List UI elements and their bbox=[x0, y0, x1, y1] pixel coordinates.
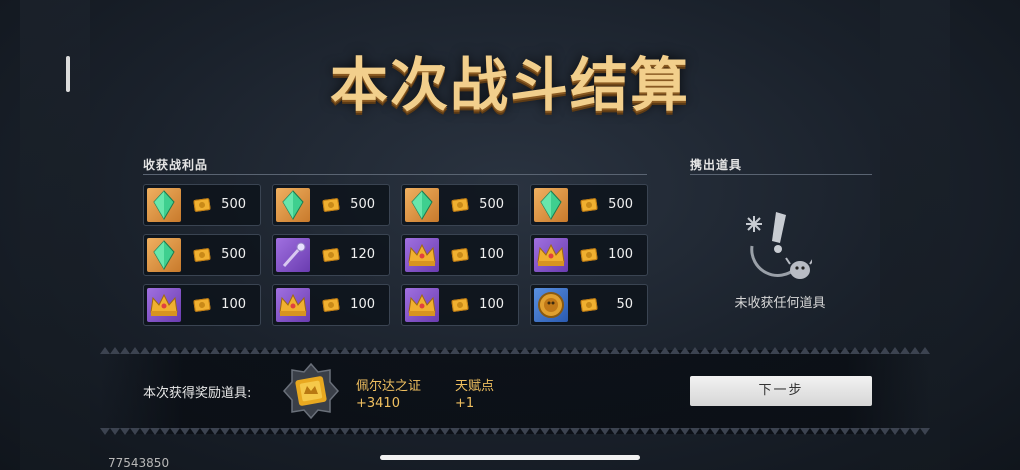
loot-slot[interactable]: 100 bbox=[143, 284, 261, 326]
item-count: 500 bbox=[479, 197, 504, 212]
home-indicator[interactable] bbox=[380, 455, 640, 460]
reward-name: 天赋点 bbox=[455, 379, 495, 394]
item-count: 100 bbox=[608, 247, 633, 262]
loot-slot[interactable]: 50 bbox=[530, 284, 648, 326]
ticket-icon bbox=[193, 297, 211, 313]
loot-slot[interactable]: 500 bbox=[143, 234, 261, 276]
ticket-icon bbox=[580, 247, 598, 263]
green-crystal-icon bbox=[147, 238, 181, 272]
no-item-text: 未收获任何道具 bbox=[734, 296, 826, 311]
crown-icon bbox=[534, 238, 568, 272]
ticket-icon bbox=[322, 197, 340, 213]
reward-label: 本次获得奖励道具: bbox=[143, 386, 252, 401]
ticket-icon bbox=[322, 297, 340, 313]
loot-slot[interactable]: 500 bbox=[143, 184, 261, 226]
loot-slot[interactable]: 100 bbox=[530, 234, 648, 276]
loot-section-label: 收获战利品 bbox=[143, 158, 209, 172]
ticket-icon bbox=[580, 297, 598, 313]
reward-name: 佩尔达之证 bbox=[356, 379, 422, 394]
dropped-section-label: 携出道具 bbox=[690, 158, 743, 172]
item-count: 500 bbox=[608, 197, 633, 212]
green-crystal-icon bbox=[534, 188, 568, 222]
loot-section-divider bbox=[143, 174, 647, 175]
loot-slot[interactable]: 100 bbox=[272, 284, 390, 326]
band-bottom-edge bbox=[100, 428, 930, 435]
crown-icon bbox=[147, 288, 181, 322]
loot-slot[interactable]: 100 bbox=[401, 284, 519, 326]
dropped-section-divider bbox=[690, 174, 872, 175]
ticket-icon bbox=[193, 197, 211, 213]
item-count: 100 bbox=[350, 297, 375, 312]
page-title: 本次战斗结算 bbox=[329, 51, 690, 119]
item-count: 120 bbox=[350, 247, 375, 262]
ticket-icon bbox=[193, 247, 211, 263]
loot-slot[interactable]: 100 bbox=[401, 234, 519, 276]
background-pillar bbox=[20, 0, 90, 470]
side-handle[interactable] bbox=[66, 56, 70, 92]
item-count: 500 bbox=[221, 247, 246, 262]
gold-coin-icon bbox=[534, 288, 568, 322]
item-count: 500 bbox=[350, 197, 375, 212]
green-crystal-icon bbox=[147, 188, 181, 222]
empty-bag-icon bbox=[746, 212, 812, 279]
ticket-icon bbox=[451, 197, 469, 213]
crown-icon bbox=[405, 288, 439, 322]
item-count: 100 bbox=[479, 247, 504, 262]
crown-icon bbox=[405, 238, 439, 272]
reward-value: +3410 bbox=[356, 396, 400, 411]
loot-slot[interactable]: 500 bbox=[401, 184, 519, 226]
item-count: 500 bbox=[221, 197, 246, 212]
pelda-token-icon bbox=[282, 362, 340, 420]
green-crystal-icon bbox=[405, 188, 439, 222]
crown-icon bbox=[276, 288, 310, 322]
band-top-edge bbox=[100, 347, 930, 354]
ticket-icon bbox=[580, 197, 598, 213]
item-count: 100 bbox=[221, 297, 246, 312]
loot-slot[interactable]: 500 bbox=[272, 184, 390, 226]
loot-slot[interactable]: 120 bbox=[272, 234, 390, 276]
reward-value: +1 bbox=[455, 396, 475, 411]
ticket-icon bbox=[451, 297, 469, 313]
loot-slot[interactable]: 500 bbox=[530, 184, 648, 226]
green-crystal-icon bbox=[276, 188, 310, 222]
item-count: 50 bbox=[616, 297, 633, 312]
ticket-icon bbox=[322, 247, 340, 263]
player-uid: 77543850 bbox=[108, 456, 170, 470]
next-step-button[interactable]: 下一步 bbox=[690, 376, 872, 406]
item-count: 100 bbox=[479, 297, 504, 312]
ticket-icon bbox=[451, 247, 469, 263]
scepter-icon bbox=[276, 238, 310, 272]
